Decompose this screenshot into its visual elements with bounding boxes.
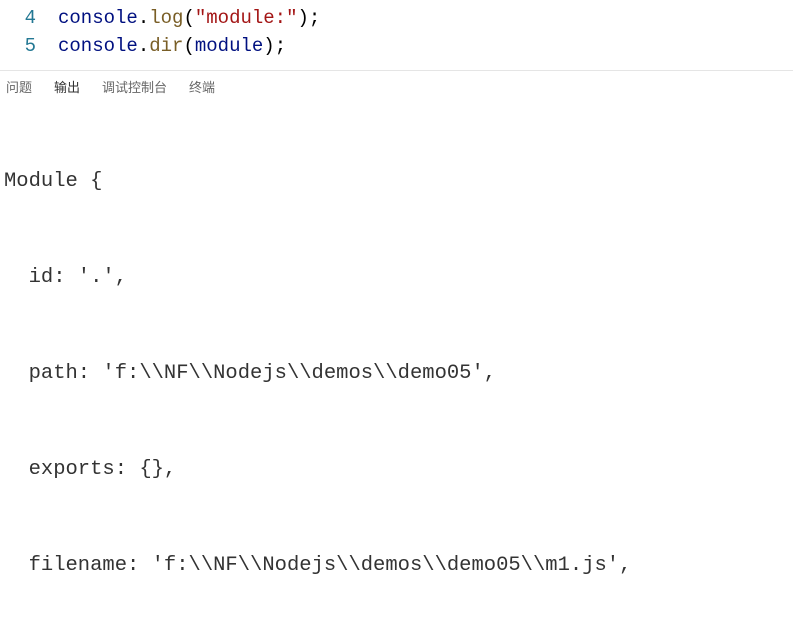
- line-number: 5: [0, 32, 58, 60]
- terminal-output[interactable]: Module { id: '.', path: 'f:\\NF\\Nodejs\…: [0, 102, 793, 643]
- panel-tabs: 问题 输出 调试控制台 终端: [0, 70, 793, 102]
- terminal-line: id: '.',: [4, 262, 787, 294]
- terminal-line: filename: 'f:\\NF\\Nodejs\\demos\\demo05…: [4, 550, 787, 582]
- code-content: console.log("module:");: [58, 4, 320, 32]
- code-content: console.dir(module);: [58, 32, 286, 60]
- line-number: 4: [0, 4, 58, 32]
- tab-debug-console[interactable]: 调试控制台: [102, 77, 167, 96]
- terminal-line: path: 'f:\\NF\\Nodejs\\demos\\demo05',: [4, 358, 787, 390]
- code-editor[interactable]: 4 console.log("module:"); 5 console.dir(…: [0, 0, 793, 70]
- code-line[interactable]: 4 console.log("module:");: [0, 4, 793, 32]
- tab-problems[interactable]: 问题: [6, 77, 32, 96]
- terminal-line: exports: {},: [4, 454, 787, 486]
- tab-terminal[interactable]: 终端: [189, 77, 215, 96]
- terminal-line: Module {: [4, 166, 787, 198]
- tab-output[interactable]: 输出: [54, 77, 80, 96]
- code-line[interactable]: 5 console.dir(module);: [0, 32, 793, 60]
